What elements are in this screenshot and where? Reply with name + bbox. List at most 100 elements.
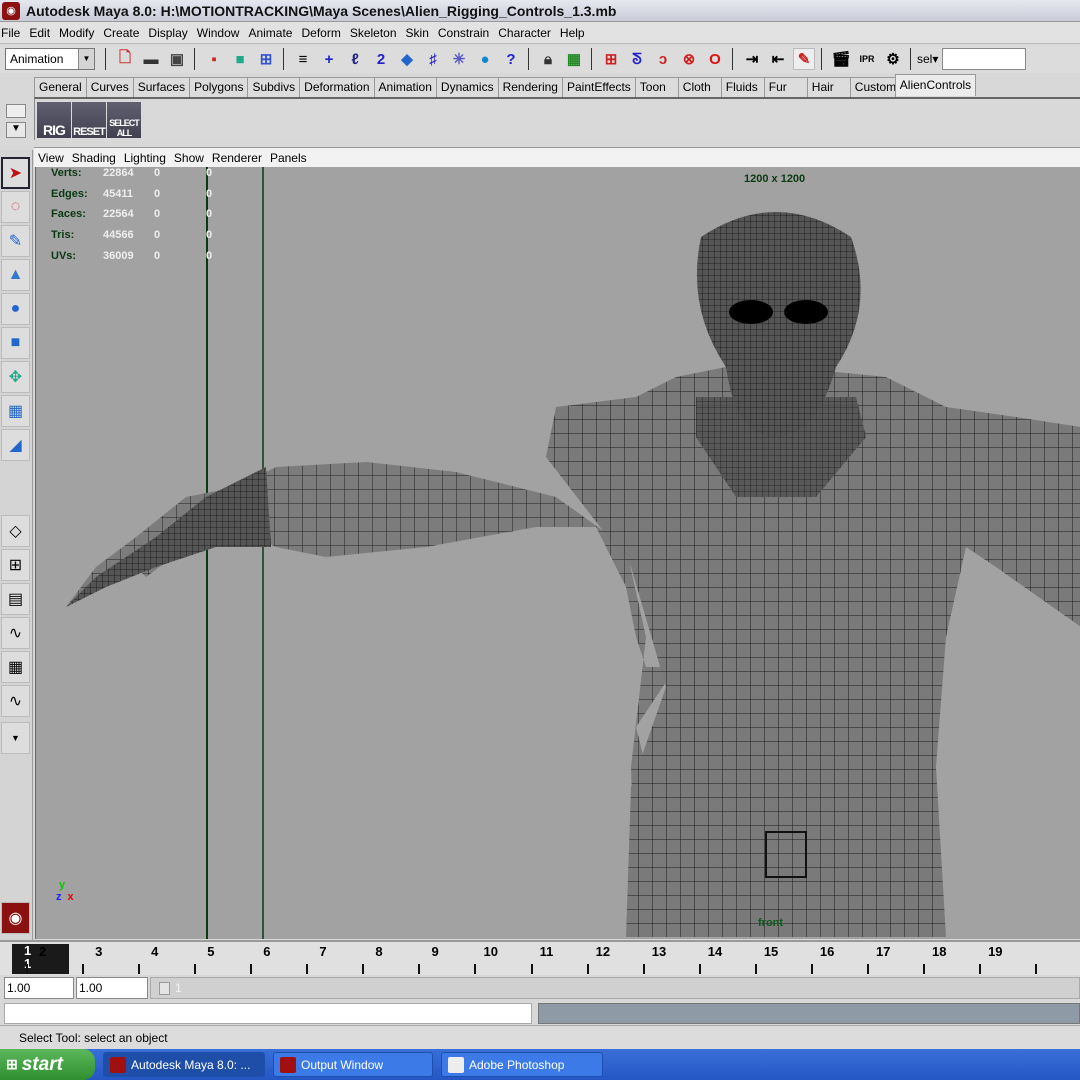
- show-manipulator-icon[interactable]: ◢: [1, 429, 30, 461]
- output-ops-icon[interactable]: ⇤: [767, 48, 789, 70]
- start-button[interactable]: ⊞ start: [0, 1049, 95, 1080]
- render-view-icon[interactable]: 🎬︎: [830, 48, 852, 70]
- tab-surfaces[interactable]: Surfaces: [132, 77, 191, 97]
- hypershade-layout-icon[interactable]: ▦: [1, 651, 30, 683]
- tab-toon[interactable]: Toon: [634, 77, 679, 97]
- select-object-icon[interactable]: ■: [229, 48, 251, 70]
- selection-mode-label[interactable]: sel▾: [917, 52, 938, 66]
- tab-fur[interactable]: Fur: [763, 77, 808, 97]
- menu-animate[interactable]: Animate: [247, 26, 298, 40]
- move-tool-icon[interactable]: ▲: [1, 259, 30, 291]
- menu-modify[interactable]: Modify: [58, 26, 100, 40]
- magnet-curve-icon[interactable]: ᘕ: [626, 48, 648, 70]
- outliner-persp-layout-icon[interactable]: ▤: [1, 583, 30, 615]
- tab-hair[interactable]: Hair: [806, 77, 851, 97]
- hud-label: Tris:: [51, 229, 75, 241]
- reset-button[interactable]: RESET: [72, 102, 106, 138]
- taskbar-item-photoshop[interactable]: Adobe Photoshop: [441, 1052, 603, 1077]
- select-hierarchy-icon[interactable]: ▪: [203, 48, 225, 70]
- menu-deform[interactable]: Deform: [300, 26, 346, 40]
- render-settings-icon[interactable]: ⚙︎: [882, 48, 904, 70]
- tab-general[interactable]: General: [34, 77, 87, 97]
- select-highlight-icon[interactable]: ▦: [563, 48, 585, 70]
- panel-menu-shading[interactable]: Shading: [72, 151, 116, 165]
- menu-file[interactable]: File: [0, 26, 26, 40]
- rotate-tool-icon[interactable]: ●: [1, 293, 30, 325]
- tab-dynamics[interactable]: Dynamics: [435, 77, 499, 97]
- universal-manipulator-icon[interactable]: ✥: [1, 361, 30, 393]
- scale-tool-icon[interactable]: ■: [1, 327, 30, 359]
- tab-fluids[interactable]: Fluids: [720, 77, 765, 97]
- playback-start-field[interactable]: 1.00: [76, 977, 148, 999]
- menu-constrain[interactable]: Constrain: [437, 26, 495, 40]
- select-all-button[interactable]: SELECT ALL: [107, 102, 141, 138]
- help-icon[interactable]: ?: [500, 48, 522, 70]
- range-slider[interactable]: 1: [150, 977, 1080, 999]
- paint-select-tool-icon[interactable]: ✎: [1, 225, 30, 257]
- rig-button[interactable]: RIG: [37, 102, 71, 138]
- tab-curves[interactable]: Curves: [85, 77, 134, 97]
- history-icon[interactable]: ✳: [448, 48, 470, 70]
- select-component-icon[interactable]: ⊞: [255, 48, 277, 70]
- tab-painteffects[interactable]: PaintEffects: [561, 77, 636, 97]
- four-view-layout-icon[interactable]: ⊞: [1, 549, 30, 581]
- taskbar-item-output-window[interactable]: Output Window: [273, 1052, 433, 1077]
- persp-graph-outliner-layout-icon[interactable]: ∿: [1, 685, 30, 717]
- quick-select-input[interactable]: [942, 48, 1027, 70]
- shelf-menu-arrow-icon[interactable]: ▼: [6, 122, 26, 138]
- snap-curve-icon[interactable]: ℓ: [344, 48, 366, 70]
- panel-menu-renderer[interactable]: Renderer: [212, 151, 262, 165]
- front-viewport[interactable]: Verts: 22864 0 0 Edges: 45411 0 0 Faces: 22564 0…: [35, 167, 1080, 939]
- menu-help[interactable]: Help: [559, 26, 591, 40]
- magnet-grid-icon[interactable]: ⊞: [600, 48, 622, 70]
- start-time-field[interactable]: 1.00: [4, 977, 74, 999]
- tab-subdivs[interactable]: Subdivs: [247, 77, 301, 97]
- tab-deformation[interactable]: Deformation: [299, 77, 375, 97]
- tab-rendering[interactable]: Rendering: [497, 77, 563, 97]
- tab-polygons[interactable]: Polygons: [189, 77, 249, 97]
- soft-modification-icon[interactable]: ▦: [1, 395, 30, 427]
- single-perspective-layout-icon[interactable]: ◇: [1, 515, 30, 547]
- menu-character[interactable]: Character: [497, 26, 557, 40]
- lasso-tool-icon[interactable]: ◌: [1, 191, 30, 223]
- mask-menu-icon[interactable]: ≡: [292, 48, 314, 70]
- menu-create[interactable]: Create: [102, 26, 145, 40]
- panel-menu-show[interactable]: Show: [174, 151, 204, 165]
- menu-set-dropdown[interactable]: Animation ▼: [5, 48, 95, 70]
- menu-window[interactable]: Window: [196, 26, 246, 40]
- magnet-point-icon[interactable]: ↄ: [652, 48, 674, 70]
- magnet-surface-icon[interactable]: ⊗: [678, 48, 700, 70]
- input-ops-icon[interactable]: ⇥: [741, 48, 763, 70]
- tab-cloth[interactable]: Cloth: [677, 77, 722, 97]
- menu-skeleton[interactable]: Skeleton: [349, 26, 403, 40]
- snap-grid-icon[interactable]: +: [318, 48, 340, 70]
- ipr-render-icon[interactable]: IPR: [856, 48, 878, 70]
- command-input[interactable]: [4, 1003, 532, 1024]
- open-scene-icon[interactable]: ▬: [140, 48, 162, 70]
- new-scene-icon[interactable]: 🗋: [114, 48, 136, 70]
- select-tool-icon[interactable]: ➤: [1, 157, 30, 189]
- magnet-icon[interactable]: Ο: [704, 48, 726, 70]
- shelf-tab-toggle[interactable]: [6, 104, 26, 118]
- panel-menu-panels[interactable]: Panels: [270, 151, 307, 165]
- taskbar-item-maya[interactable]: Autodesk Maya 8.0: ...: [103, 1052, 265, 1077]
- render-sphere-icon[interactable]: ●: [474, 48, 496, 70]
- menu-skin[interactable]: Skin: [405, 26, 435, 40]
- snap-surface-icon[interactable]: ◆: [396, 48, 418, 70]
- range-handle[interactable]: [159, 982, 170, 995]
- tab-aliencontrols[interactable]: AlienControls: [894, 74, 977, 96]
- panel-menu-view[interactable]: View: [38, 151, 64, 165]
- layout-menu-arrow-icon[interactable]: ▼: [1, 722, 30, 754]
- menu-display[interactable]: Display: [147, 26, 193, 40]
- save-scene-icon[interactable]: ▣: [166, 48, 188, 70]
- tab-custom[interactable]: Custom: [849, 77, 896, 97]
- snap-point-icon[interactable]: 2: [370, 48, 392, 70]
- tab-animation[interactable]: Animation: [373, 77, 437, 97]
- panel-menu-lighting[interactable]: Lighting: [124, 151, 166, 165]
- menu-edit[interactable]: Edit: [28, 26, 56, 40]
- persp-graph-layout-icon[interactable]: ∿: [1, 617, 30, 649]
- construction-history-icon[interactable]: ✎: [793, 48, 815, 70]
- make-live-icon[interactable]: ♯: [422, 48, 444, 70]
- lock-icon[interactable]: 🔒︎: [537, 48, 559, 70]
- time-slider[interactable]: 11 2345678910111213141516171819: [0, 940, 1080, 975]
